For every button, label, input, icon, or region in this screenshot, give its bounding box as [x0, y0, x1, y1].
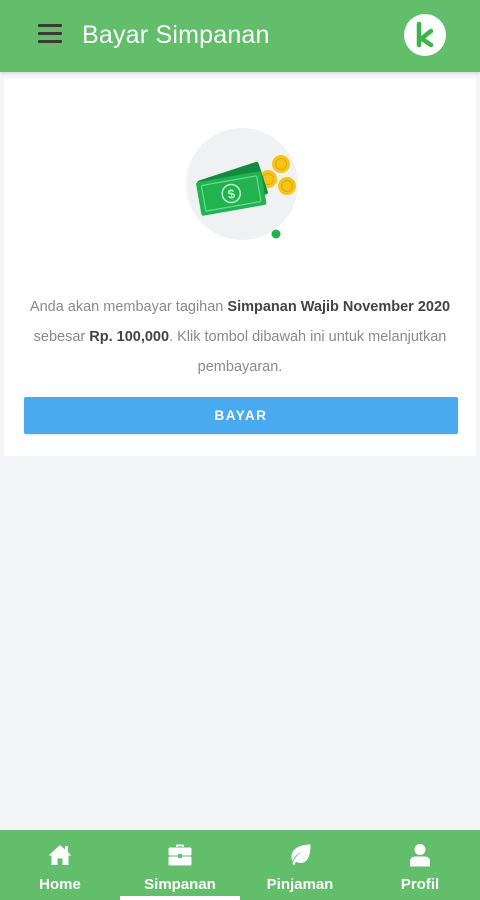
app-logo-k-icon[interactable] [404, 14, 446, 56]
hamburger-menu-icon[interactable] [36, 21, 66, 47]
leaf-icon [291, 844, 311, 865]
menu-line [38, 40, 62, 43]
nav-label-pinjaman: Pinjaman [266, 876, 334, 893]
bill-name: Simpanan Wajib November 2020 [227, 299, 451, 315]
message-suffix: . Klik tombol dibawah ini untuk melanjut… [169, 329, 447, 375]
menu-line [38, 32, 62, 35]
nav-item-home[interactable]: Home [0, 830, 120, 900]
nav-label-simpanan: Simpanan [144, 876, 216, 893]
user-icon [410, 844, 430, 867]
app-root: Bayar Simpanan $ Anda akan membayar tagi… [0, 0, 480, 900]
logo-glyph [416, 21, 434, 48]
menu-line [38, 24, 62, 27]
payment-message: Anda akan membayar tagihan Simpanan Waji… [20, 292, 460, 382]
nav-label-home: Home [39, 876, 81, 893]
message-middle: sebesar [33, 329, 90, 345]
money-bills-coins-icon: $ [184, 128, 304, 248]
page-title: Bayar Simpanan [82, 21, 270, 49]
payment-card: $ Anda akan membayar tagihan Simpanan Wa… [4, 78, 476, 456]
active-tab-indicator [120, 896, 240, 900]
briefcase-icon [168, 844, 192, 866]
message-prefix: Anda akan membayar tagihan [29, 299, 228, 315]
nav-item-profil[interactable]: Profil [360, 830, 480, 900]
pay-button[interactable]: BAYAR [24, 397, 458, 434]
nav-label-profil: Profil [400, 876, 440, 893]
top-app-bar: Bayar Simpanan [0, 0, 480, 72]
payment-amount: Rp. 100,000 [89, 329, 170, 345]
bottom-navigation: Home Simpanan Pinjaman Profil [0, 830, 480, 900]
home-icon [48, 845, 72, 865]
nav-item-pinjaman[interactable]: Pinjaman [240, 830, 360, 900]
nav-item-simpanan[interactable]: Simpanan [120, 830, 240, 900]
